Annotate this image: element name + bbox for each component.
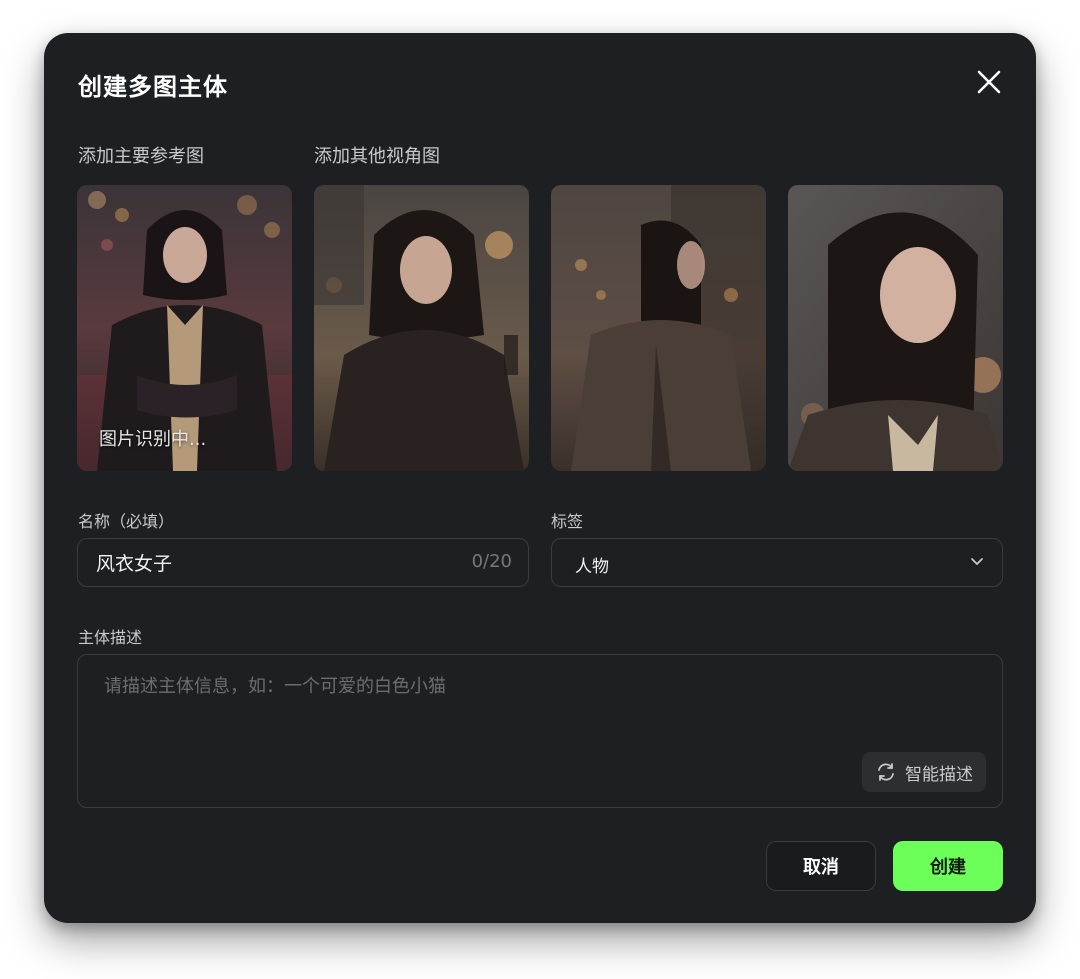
tag-field-label: 标签 bbox=[551, 512, 584, 531]
close-icon bbox=[977, 70, 1001, 94]
main-reference-image[interactable]: 图片识别中... bbox=[77, 185, 292, 471]
name-input[interactable]: 风衣女子 0/20 bbox=[77, 538, 529, 587]
dialog-title: 创建多图主体 bbox=[78, 73, 228, 101]
refresh-icon bbox=[878, 763, 894, 781]
cancel-button[interactable]: 取消 bbox=[766, 841, 876, 891]
tag-select[interactable]: 人物 bbox=[551, 538, 1003, 587]
tag-select-value: 人物 bbox=[575, 557, 609, 577]
create-button[interactable]: 创建 bbox=[893, 841, 1003, 891]
chevron-down-icon bbox=[971, 558, 983, 565]
description-label: 主体描述 bbox=[78, 628, 143, 647]
other-view-image-1[interactable] bbox=[314, 185, 529, 471]
smart-describe-label: 智能描述 bbox=[905, 764, 973, 785]
name-char-counter: 0/20 bbox=[471, 551, 512, 572]
other-view-image-2[interactable] bbox=[551, 185, 766, 471]
image-status-text: 图片识别中... bbox=[99, 429, 207, 450]
main-reference-label: 添加主要参考图 bbox=[78, 146, 204, 167]
other-views-label: 添加其他视角图 bbox=[314, 146, 440, 167]
other-view-image-3[interactable] bbox=[788, 185, 1003, 471]
description-placeholder: 请描述主体信息，如：一个可爱的白色小猫 bbox=[104, 676, 446, 697]
name-input-value: 风衣女子 bbox=[96, 553, 173, 575]
smart-describe-button[interactable]: 智能描述 bbox=[862, 752, 986, 792]
create-subject-dialog: 创建多图主体 添加主要参考图 添加其他视角图 图片识别中... 名称（必填） 风… bbox=[44, 33, 1036, 923]
name-field-label: 名称（必填） bbox=[78, 512, 175, 531]
close-button[interactable] bbox=[972, 65, 1006, 99]
